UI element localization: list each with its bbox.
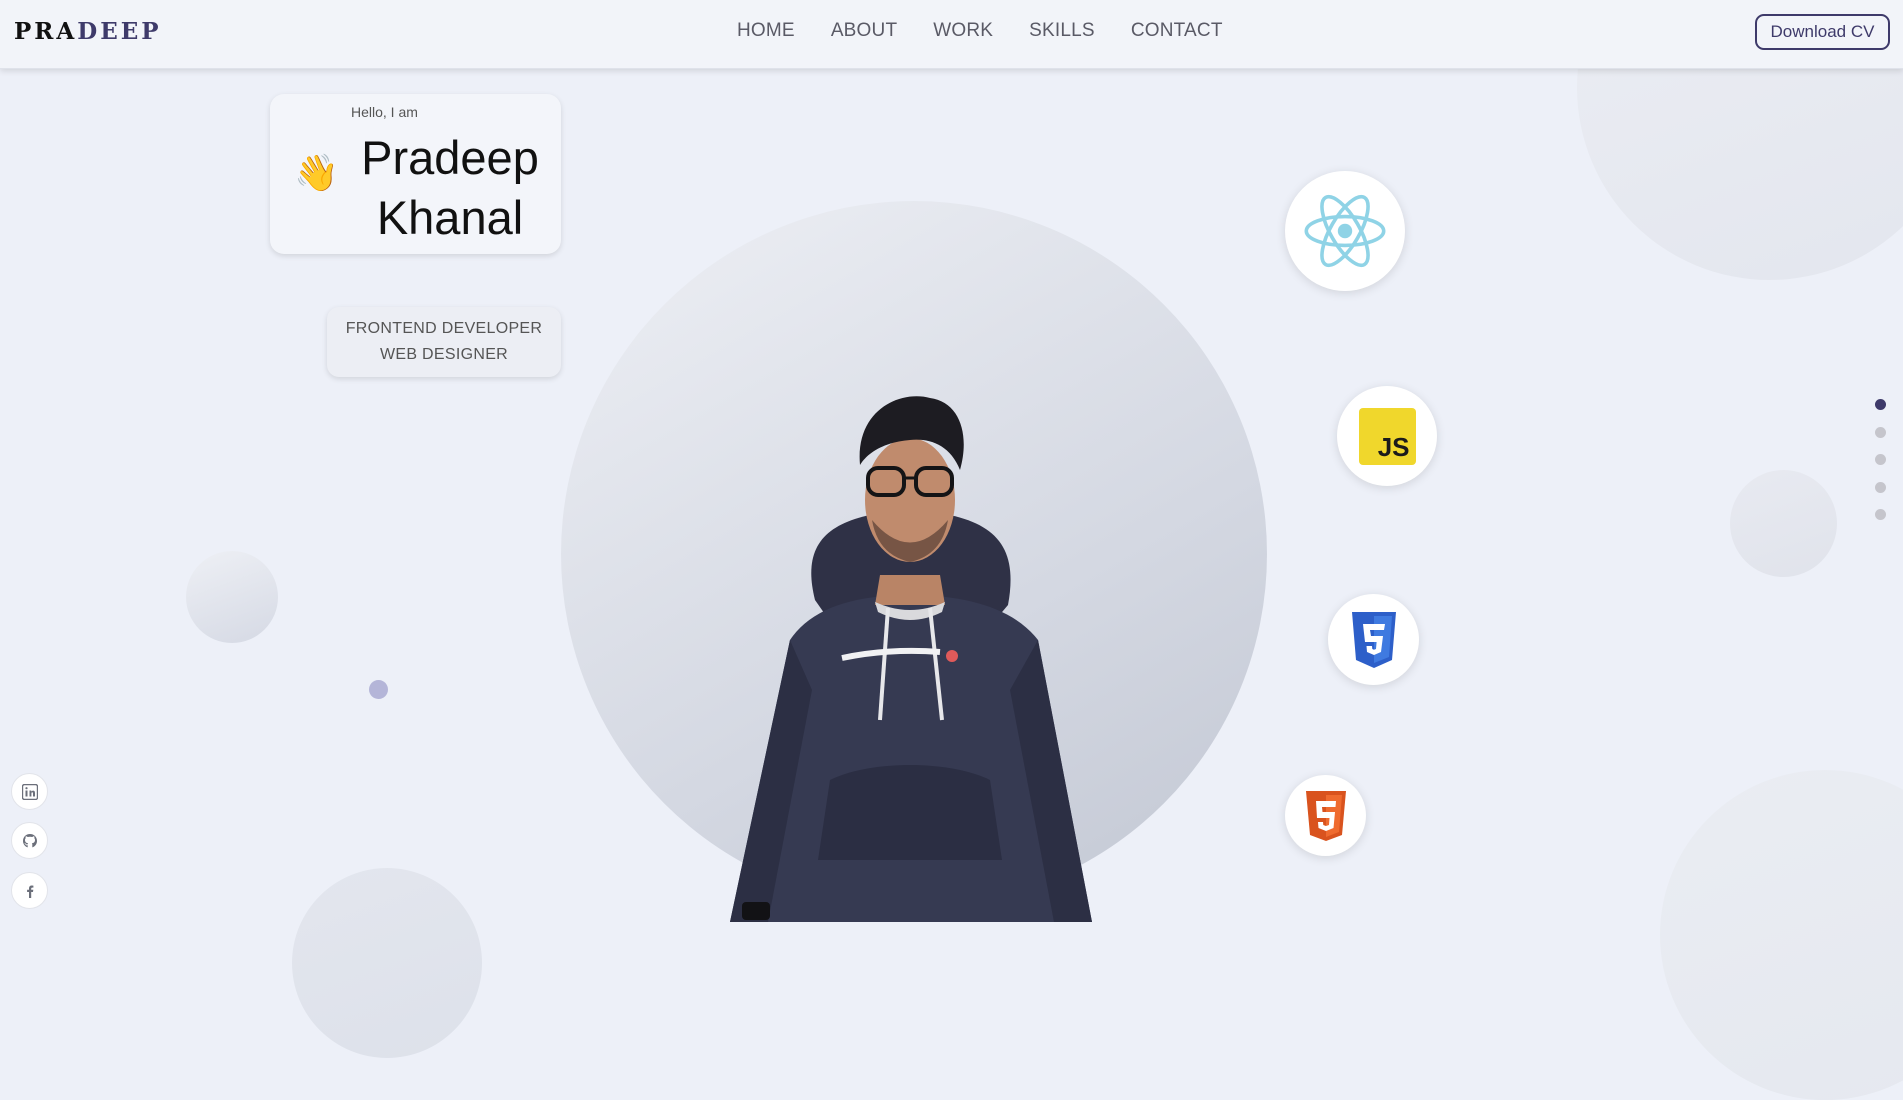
hero-name: Pradeep Khanal (348, 128, 552, 248)
skill-css3 (1328, 594, 1419, 685)
waving-hand-icon: 👋 (294, 152, 339, 193)
pagination-dot-3[interactable] (1875, 454, 1886, 465)
facebook-icon (26, 885, 33, 898)
github-icon (22, 833, 37, 847)
nav-links: HOME ABOUT WORK SKILLS CONTACT (737, 20, 1223, 42)
pagination-dot-2[interactable] (1875, 426, 1886, 438)
react-icon (1304, 194, 1386, 268)
greeting-text: Hello, I am (351, 104, 418, 120)
logo-part-2: DEEP (77, 18, 162, 45)
facebook-link[interactable] (11, 872, 48, 909)
javascript-icon-label: JS (1377, 431, 1410, 462)
linkedin-icon (21, 783, 38, 800)
nav-link-skills[interactable]: SKILLS (1029, 20, 1095, 42)
javascript-icon: JS (1358, 407, 1416, 465)
decorative-circle-bottom-left (292, 868, 482, 1058)
download-cv-button[interactable]: Download CV (1755, 14, 1890, 50)
nav-link-work[interactable]: WORK (933, 20, 993, 42)
decorative-dot (369, 680, 388, 699)
nav-link-home[interactable]: HOME (737, 20, 795, 42)
intro-card: 👋 Hello, I am Pradeep Khanal (270, 94, 561, 254)
decorative-circle-left (186, 551, 278, 643)
pagination-dot-4[interactable] (1875, 481, 1886, 493)
pagination-dot-5[interactable] (1875, 509, 1886, 520)
decorative-circle-right (1730, 470, 1837, 577)
css3-icon (1351, 611, 1396, 668)
navbar: PRADEEP HOME ABOUT WORK SKILLS CONTACT D… (0, 0, 1903, 69)
role-card: FRONTEND DEVELOPER WEB DESIGNER (327, 307, 561, 377)
decorative-circle-bottom-right (1660, 770, 1903, 1100)
role-web-designer: WEB DESIGNER (379, 346, 509, 363)
role-frontend-developer: FRONTEND DEVELOPER (345, 320, 543, 337)
github-link[interactable] (11, 822, 48, 859)
linkedin-link[interactable] (11, 773, 48, 810)
logo-part-1: PRA (14, 18, 78, 45)
nav-link-about[interactable]: ABOUT (831, 20, 897, 42)
site-logo[interactable]: PRADEEP (14, 18, 162, 45)
nav-link-contact[interactable]: CONTACT (1131, 20, 1223, 42)
html5-icon (1305, 790, 1346, 841)
hero-name-last: Khanal (376, 191, 524, 244)
pagination-dot-1[interactable] (1875, 399, 1886, 410)
hero-name-first: Pradeep (361, 131, 539, 184)
section-pagination (1875, 399, 1886, 537)
skill-javascript: JS (1337, 386, 1437, 486)
profile-photo (730, 396, 1092, 922)
skill-react (1285, 171, 1405, 291)
skill-html5 (1285, 775, 1366, 856)
